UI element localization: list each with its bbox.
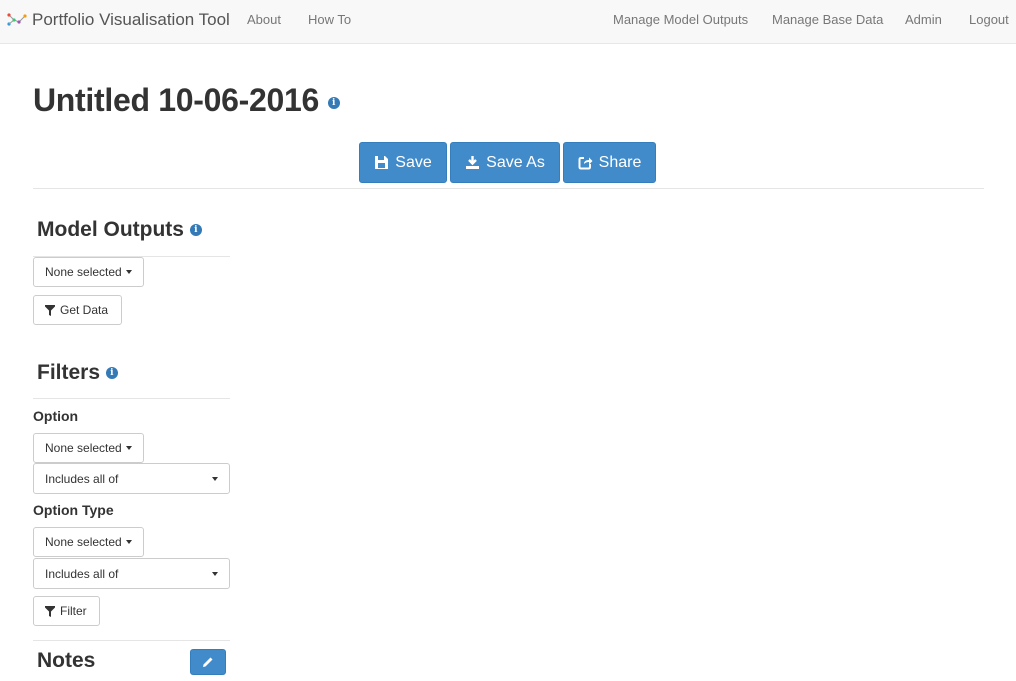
caret-down-icon bbox=[212, 572, 218, 576]
section-divider bbox=[33, 640, 230, 641]
option-type-match-select[interactable]: Includes all of bbox=[33, 558, 230, 589]
filters-heading: Filters i bbox=[37, 361, 118, 385]
caret-down-icon bbox=[125, 540, 132, 544]
notes-heading: Notes bbox=[37, 649, 96, 672]
save-button[interactable]: Save bbox=[359, 142, 447, 183]
info-icon[interactable]: i bbox=[105, 367, 118, 380]
option-dropdown-value: None selected bbox=[45, 441, 122, 455]
filter-icon bbox=[45, 605, 55, 617]
top-navbar: Portfolio Visualisation Tool About How T… bbox=[0, 0, 1016, 44]
share-icon bbox=[578, 157, 593, 170]
nav-manage-model-outputs[interactable]: Manage Model Outputs bbox=[613, 12, 748, 27]
caret-down-icon bbox=[125, 446, 132, 450]
model-outputs-dropdown[interactable]: None selected bbox=[33, 257, 144, 287]
save-as-button-label: Save As bbox=[486, 153, 545, 171]
brand[interactable]: Portfolio Visualisation Tool bbox=[7, 9, 230, 31]
filters-heading-text: Filters bbox=[37, 361, 101, 384]
filter-button[interactable]: Filter bbox=[33, 596, 100, 626]
option-type-dropdown-value: None selected bbox=[45, 535, 122, 549]
info-icon[interactable]: i bbox=[189, 224, 202, 237]
model-outputs-heading: Model Outputs i bbox=[37, 218, 202, 242]
divider bbox=[33, 188, 984, 189]
nav-admin[interactable]: Admin bbox=[905, 12, 942, 27]
page-title-text: Untitled 10-06-2016 bbox=[33, 82, 319, 118]
save-button-label: Save bbox=[395, 153, 432, 171]
option-type-dropdown[interactable]: None selected bbox=[33, 527, 144, 557]
model-outputs-dropdown-value: None selected bbox=[45, 265, 122, 279]
page-title: Untitled 10-06-2016 i bbox=[33, 80, 340, 120]
nav-about[interactable]: About bbox=[247, 12, 281, 27]
option-match-value: Includes all of bbox=[45, 471, 119, 486]
caret-down-icon bbox=[125, 270, 132, 274]
nav-logout[interactable]: Logout bbox=[969, 12, 1009, 27]
get-data-button[interactable]: Get Data bbox=[33, 295, 122, 325]
logo-icon bbox=[7, 13, 27, 26]
share-button-label: Share bbox=[598, 153, 642, 171]
option-label: Option bbox=[33, 408, 79, 424]
option-type-match-value: Includes all of bbox=[45, 566, 119, 581]
filter-icon bbox=[45, 304, 55, 316]
model-outputs-heading-text: Model Outputs bbox=[37, 218, 184, 241]
edit-notes-button[interactable] bbox=[190, 649, 226, 675]
save-icon bbox=[375, 156, 389, 169]
get-data-label: Get Data bbox=[60, 303, 109, 317]
share-button[interactable]: Share bbox=[563, 142, 656, 183]
save-as-button[interactable]: Save As bbox=[450, 142, 560, 183]
caret-down-icon bbox=[212, 477, 218, 481]
option-type-label: Option Type bbox=[33, 502, 114, 518]
section-divider bbox=[33, 398, 230, 399]
pencil-icon bbox=[203, 657, 213, 667]
nav-manage-base-data[interactable]: Manage Base Data bbox=[772, 12, 883, 27]
option-dropdown[interactable]: None selected bbox=[33, 433, 144, 463]
option-match-select[interactable]: Includes all of bbox=[33, 463, 230, 494]
nav-how-to[interactable]: How To bbox=[308, 12, 351, 27]
brand-text: Portfolio Visualisation Tool bbox=[32, 10, 230, 29]
info-icon[interactable]: i bbox=[327, 96, 340, 109]
filter-button-label: Filter bbox=[60, 604, 87, 618]
save-as-icon bbox=[466, 156, 480, 169]
